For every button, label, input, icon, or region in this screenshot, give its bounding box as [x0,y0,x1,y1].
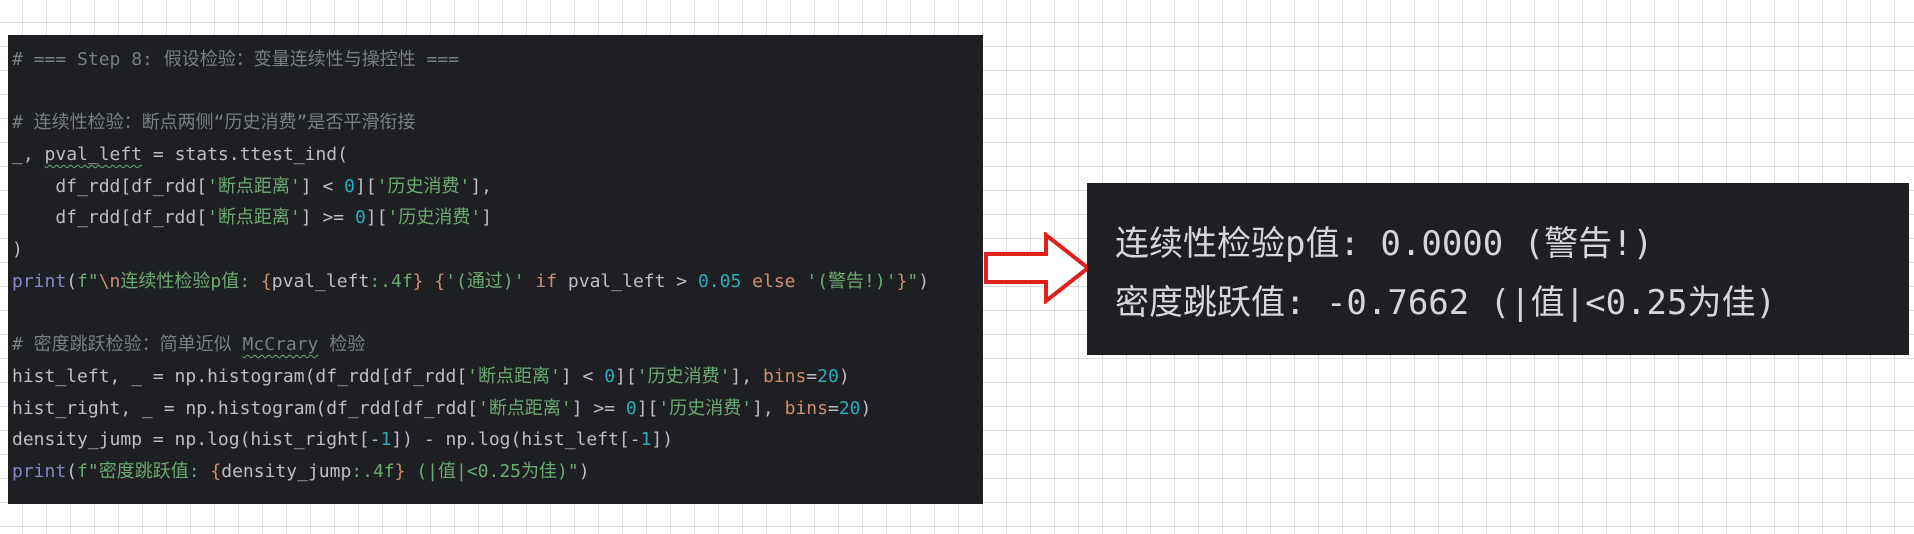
code-token: pval_left [271,270,370,292]
code-token: McCrary [242,334,319,356]
code-token: ( [66,270,78,292]
code-token: ], [470,175,493,197]
code-token: pval_left [44,144,143,166]
code-token: # 连续性检验：断点两侧“历史消费”是否平滑衔接 [12,112,416,134]
code-token: 检验 [318,334,366,356]
code-token: '(警告!)' [806,270,897,292]
code-token: '历史消费' [387,207,482,229]
code-token: } [412,270,424,292]
code-token: 1 [640,429,652,451]
code-token: # === Step 8: 假设检验：变量连续性与操控性 === [12,49,460,70]
code-line: _, pval_left = stats.ttest_ind( [12,139,983,171]
code-token: 1 [380,429,392,451]
code-line: hist_left, _ = np.histogram(df_rdd[df_rd… [12,361,983,393]
console-output-panel: 连续性检验p值: 0.0000 (警告!) 密度跳跃值: -0.7662 (|值… [1087,183,1909,355]
code-token: ]) [651,429,674,451]
code-token: ]) - np.log(hist_left[- [391,429,641,451]
code-token: 20 [838,397,861,419]
code-token: ] < [560,365,605,387]
code-token: } [394,460,406,482]
code-token: df_rdd[df_rdd[ [12,175,208,197]
code-token: ][ [615,365,637,387]
right-arrow-icon [984,232,1092,304]
code-token: ], [752,397,785,419]
code-token: ] >= [300,207,355,229]
code-token: ) [860,397,872,419]
code-token: '断点距离' [467,365,561,387]
code-token: density_jump [221,460,352,482]
code-token: '断点距离' [207,207,301,229]
code-token: pval_left > [567,270,698,292]
code-token: :.4f [369,270,413,292]
code-token: ) [578,460,590,482]
code-token: ] < [300,175,345,197]
code-token: 0.05 [697,270,742,292]
code-line: hist_right, _ = np.histogram(df_rdd[df_r… [12,393,983,425]
code-token: ][ [636,397,659,419]
code-token: if [524,270,568,292]
code-token: bins [784,397,828,419]
code-token: print [12,460,67,482]
code-token: ][ [365,207,388,229]
code-token: ] >= [571,397,626,419]
code-token: '历史消费' [376,175,471,197]
code-token: 连续性检验p值: [120,270,261,292]
code-token: density_jump = np.log(hist_right[- [12,429,381,451]
code-token: else [741,270,807,292]
code-token: # 密度跳跃检验：简单近似 [12,334,243,356]
code-line: df_rdd[df_rdd['断点距离'] >= 0]['历史消费'] [12,202,983,234]
code-token: 0 [604,365,616,387]
code-token: f"密度跳跃值: [77,460,211,482]
code-token: hist_left, _ = np.histogram(df_rdd[df_rd… [12,365,468,387]
code-token: ][ [354,175,377,197]
code-token: = stats.ttest_ind( [142,144,348,166]
continuity-test-result: 连续性检验p值: 0.0000 (警告!) [1115,224,1654,264]
code-token: = [827,397,839,419]
code-line: # 密度跳跃检验：简单近似 McCrary 检验 [12,329,983,361]
code-token: ], [730,365,763,387]
code-line: df_rdd[df_rdd['断点距离'] < 0]['历史消费'], [12,171,983,203]
code-line: density_jump = np.log(hist_right[-1]) - … [12,424,983,456]
code-token: { [434,270,446,292]
code-token: '(通过)' [445,270,525,292]
code-line: print(f"密度跳跃值: {density_jump:.4f} (|值|<0… [12,456,983,488]
code-token: :.4f [351,460,395,482]
code-line: print(f"\n连续性检验p值: {pval_left:.4f} {'(通过… [12,266,983,298]
code-token: df_rdd[df_rdd[ [12,207,208,229]
code-line: ) [12,234,983,266]
code-token: { [210,460,222,482]
code-token: { [260,270,272,292]
code-token: ( [66,460,78,482]
code-token: '历史消费' [658,397,753,419]
code-token: " [907,270,919,292]
code-token: 0 [625,397,637,419]
code-token: ] [481,207,493,229]
code-token: '断点距离' [478,397,572,419]
code-token: ) [838,365,850,387]
code-token: \n [98,270,121,292]
code-token: _, [12,144,45,166]
code-token: 0 [344,175,355,197]
code-token: (|值|<0.25为佳)" [405,460,579,482]
code-token: ) [12,239,23,261]
code-token: ) [918,270,930,292]
code-token: = [806,365,818,387]
code-token: } [896,270,908,292]
code-token: '断点距离' [207,175,301,197]
code-token: '历史消费' [636,365,731,387]
code-line: # 连续性检验：断点两侧“历史消费”是否平滑衔接 [12,107,983,139]
code-line: # === Step 8: 假设检验：变量连续性与操控性 === [12,44,983,76]
code-token: f" [77,270,99,292]
code-token: bins [762,365,807,387]
code-token: 0 [354,207,366,229]
code-token: 20 [817,365,839,387]
code-token: hist_right, _ = np.histogram(df_rdd[df_r… [12,397,478,419]
code-editor-panel[interactable]: # === Step 8: 假设检验：变量连续性与操控性 === # 连续性检验… [8,35,983,504]
code-token: print [12,270,67,292]
density-jump-result: 密度跳跃值: -0.7662 (|值|<0.25为佳) [1115,283,1776,323]
